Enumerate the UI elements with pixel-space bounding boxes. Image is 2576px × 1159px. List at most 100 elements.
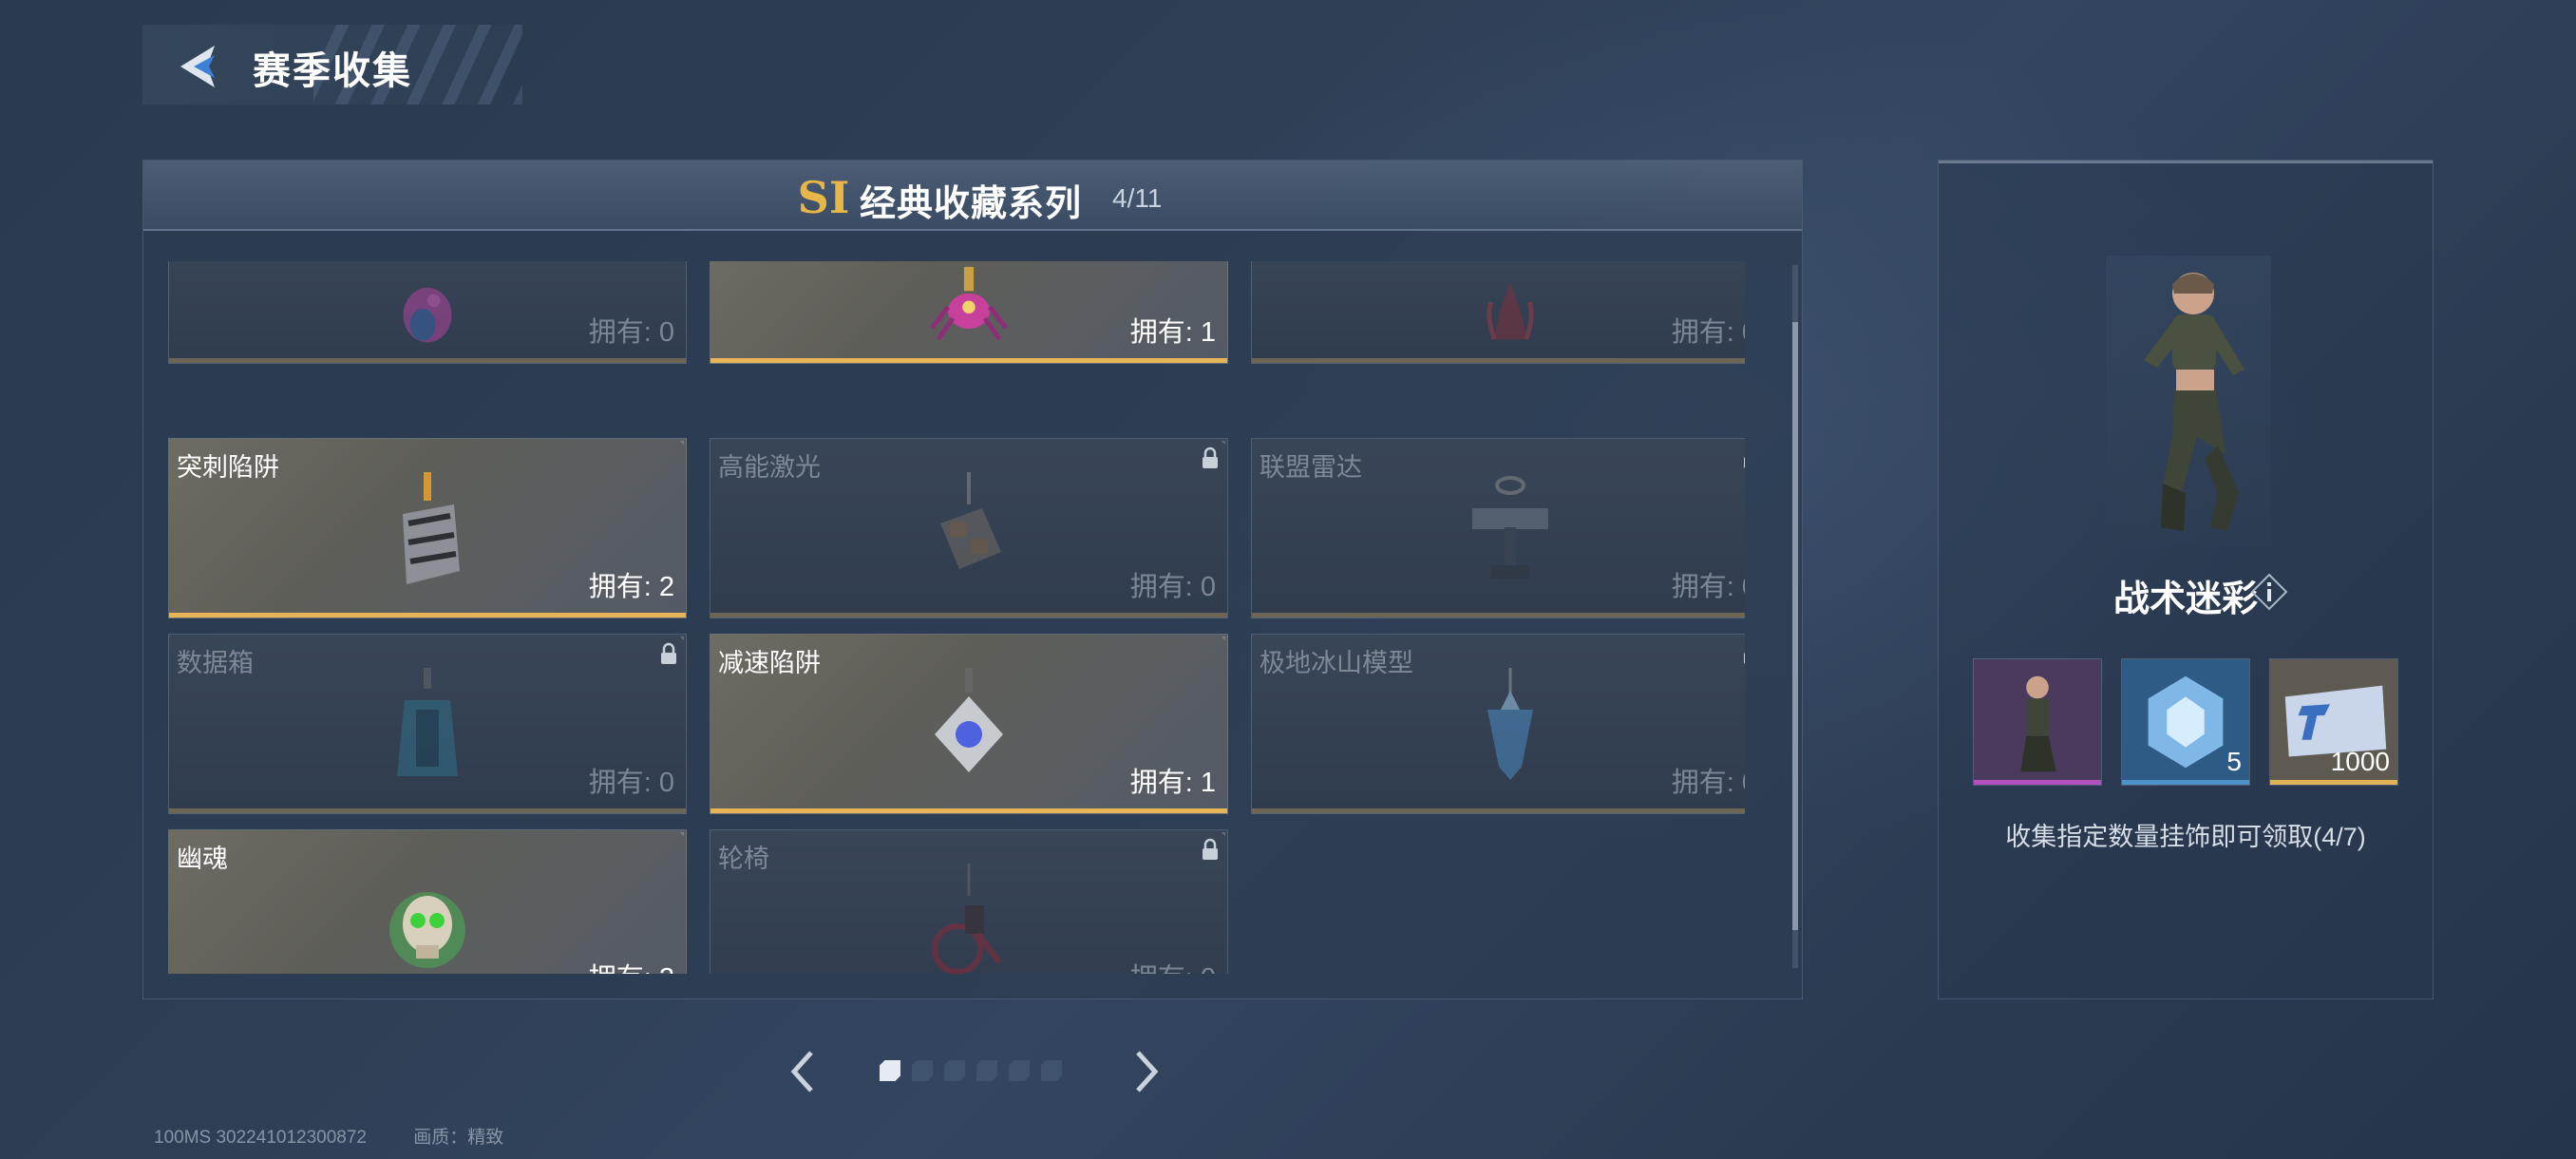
character-skin-icon xyxy=(1974,659,2101,785)
charm-card[interactable]: 突刺陷阱拥有: 2 xyxy=(168,438,687,618)
lock-icon xyxy=(1742,446,1745,469)
page-dot[interactable] xyxy=(1041,1060,1062,1081)
data-box-charm-icon xyxy=(397,668,458,776)
pink-spider-charm-icon xyxy=(930,266,1008,341)
charm-card[interactable]: 拥有: 0 xyxy=(168,261,687,364)
back-arrow-icon xyxy=(180,46,215,87)
series-logo: SI xyxy=(797,172,850,223)
laser-charm-icon xyxy=(940,472,1001,569)
owned-count: 拥有: 1 xyxy=(1129,317,1216,348)
reward-panel: 战术迷彩 5 1000 收集指定数量挂饰即可领取(4/7) xyxy=(1938,160,2434,999)
charm-grid: 拥有: 0拥有: 1拥有: 0突刺陷阱拥有: 2高能激光拥有: 0联盟雷达拥有:… xyxy=(168,261,1745,974)
charm-name: 极地冰山模型 xyxy=(1260,649,1413,677)
footer-info: 100MS 302241012300872 画质：精致 xyxy=(154,1123,503,1149)
prev-page-button[interactable] xyxy=(785,1043,823,1100)
charm-card[interactable]: 联盟雷达拥有: 0 xyxy=(1251,438,1745,618)
scrollbar-thumb[interactable] xyxy=(1792,322,1798,930)
page-dot[interactable] xyxy=(944,1060,965,1081)
lock-icon xyxy=(1742,642,1745,665)
uid-text: 302241012300872 xyxy=(216,1128,367,1148)
charm-card[interactable]: 数据箱拥有: 0 xyxy=(168,634,687,814)
quality-text: 画质：精致 xyxy=(413,1128,504,1148)
chevron-left-icon xyxy=(790,1051,813,1092)
reward-topline xyxy=(1939,161,2433,163)
charm-card[interactable]: 幽魂拥有: 2 xyxy=(168,829,687,974)
charm-name: 突刺陷阱 xyxy=(177,453,279,482)
charm-card[interactable]: 高能激光拥有: 0 xyxy=(710,438,1228,618)
ghost-skull-charm-icon xyxy=(389,892,465,968)
page-dot[interactable] xyxy=(1009,1060,1030,1081)
card-underline xyxy=(169,358,686,363)
owned-count: 拥有: 0 xyxy=(1671,317,1745,348)
reward-condition: 收集指定数量挂饰即可领取(4/7) xyxy=(2005,823,2366,851)
series-header: SI 经典收藏系列 4/11 xyxy=(143,161,1802,231)
spike-trap-charm-icon xyxy=(403,472,460,584)
card-underline xyxy=(710,613,1227,618)
charm-card[interactable]: 轮椅拥有: 0 xyxy=(710,829,1228,974)
purple-creature-charm-icon xyxy=(403,287,452,343)
card-underline xyxy=(710,808,1227,813)
charm-card[interactable]: 减速陷阱拥有: 1 xyxy=(710,634,1228,814)
page-dot[interactable] xyxy=(912,1060,933,1081)
card-underline xyxy=(169,613,686,618)
iceberg-charm-icon xyxy=(1487,668,1533,780)
card-corner-decoration xyxy=(1738,261,1745,274)
card-corner-decoration xyxy=(655,832,684,861)
charm-name: 轮椅 xyxy=(718,845,769,873)
ping-text: 100MS xyxy=(154,1128,212,1148)
page-indicator xyxy=(880,1060,1062,1081)
charm-card[interactable]: 拥有: 0 xyxy=(1251,261,1745,364)
owned-count: 拥有: 0 xyxy=(588,317,674,348)
charm-name: 减速陷阱 xyxy=(718,649,821,677)
series-title: 经典收藏系列 xyxy=(860,184,1083,224)
owned-count: 拥有: 0 xyxy=(1130,956,1216,974)
next-page-button[interactable] xyxy=(1127,1043,1165,1100)
lock-icon xyxy=(659,642,678,665)
reward-item[interactable] xyxy=(1973,658,2102,786)
reward-item[interactable]: 1000 xyxy=(2269,658,2398,786)
card-corner-decoration xyxy=(655,261,684,274)
page-dot[interactable] xyxy=(880,1060,900,1081)
lock-icon xyxy=(1201,446,1220,469)
owned-count: 拥有: 0 xyxy=(1671,572,1745,602)
owned-count: 拥有: 2 xyxy=(589,956,674,974)
slow-trap-charm-icon xyxy=(935,668,1003,772)
charm-name: 幽魂 xyxy=(177,845,228,873)
reward-item[interactable]: 5 xyxy=(2121,658,2250,786)
lock-icon xyxy=(1201,838,1220,861)
card-corner-decoration xyxy=(1197,261,1225,274)
card-underline xyxy=(1252,613,1745,618)
reward-rarity-bar xyxy=(2270,780,2397,785)
card-underline xyxy=(169,808,686,813)
owned-count: 拥有: 0 xyxy=(1129,572,1216,602)
series-count: 4/11 xyxy=(1112,183,1163,213)
collection-panel: SI 经典收藏系列 4/11 拥有: 0拥有: 1拥有: 0突刺陷阱拥有: 2高… xyxy=(142,160,1803,999)
card-corner-decoration xyxy=(655,441,684,469)
character-skin-image[interactable] xyxy=(2106,256,2271,546)
owned-count: 拥有: 0 xyxy=(588,768,674,798)
card-underline xyxy=(1252,358,1745,363)
info-icon[interactable] xyxy=(2250,573,2288,611)
charm-name: 高能激光 xyxy=(718,453,821,482)
skin-name: 战术迷彩 xyxy=(2112,580,2258,619)
owned-count: 拥有: 2 xyxy=(588,572,674,602)
charm-card[interactable]: 极地冰山模型拥有: 0 xyxy=(1251,634,1745,814)
radar-charm-icon xyxy=(1472,476,1548,579)
reward-quantity: 5 xyxy=(2226,747,2242,776)
card-underline xyxy=(1252,808,1745,813)
charm-name: 联盟雷达 xyxy=(1260,453,1362,482)
reward-rarity-bar xyxy=(2122,780,2249,785)
charm-name: 数据箱 xyxy=(177,649,254,677)
reward-quantity: 1000 xyxy=(2330,747,2390,776)
page-title: 赛季收集 xyxy=(253,50,412,92)
page-dot[interactable] xyxy=(976,1060,997,1081)
owned-count: 拥有: 1 xyxy=(1129,768,1216,798)
back-button[interactable] xyxy=(169,38,230,95)
wheelchair-charm-icon xyxy=(932,864,1002,974)
owned-count: 拥有: 0 xyxy=(1671,768,1745,798)
card-underline xyxy=(710,358,1227,363)
chevron-right-icon xyxy=(1136,1051,1159,1092)
card-corner-decoration xyxy=(1197,636,1225,665)
charm-card[interactable]: 拥有: 1 xyxy=(710,261,1228,364)
red-tentacle-charm-icon xyxy=(1487,282,1534,340)
